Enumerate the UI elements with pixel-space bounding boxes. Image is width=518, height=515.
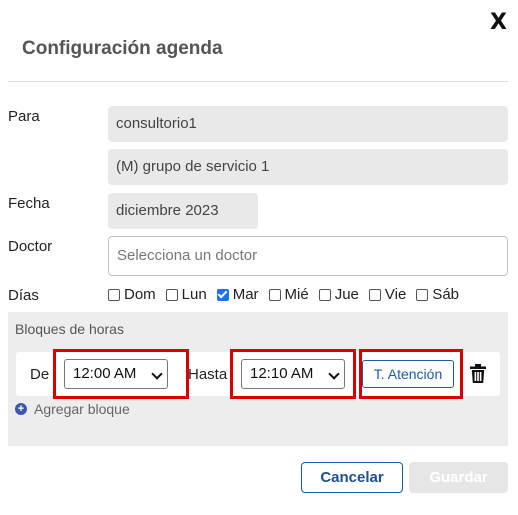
title-divider: [8, 81, 508, 82]
checkbox-checked[interactable]: [216, 288, 229, 301]
day-mie[interactable]: Mié: [268, 286, 309, 303]
day-mar[interactable]: Mar: [216, 286, 259, 303]
doctor-label: Doctor: [8, 238, 53, 255]
highlight-box: [53, 349, 189, 399]
checkbox[interactable]: [368, 288, 381, 301]
hasta-label: Hasta: [188, 366, 228, 383]
fecha-label: Fecha: [8, 195, 50, 212]
save-button[interactable]: Guardar: [409, 462, 508, 493]
highlight-box: [230, 349, 356, 399]
close-icon[interactable]: X: [490, 10, 507, 35]
de-label: De: [30, 366, 50, 383]
checkbox[interactable]: [416, 288, 429, 301]
day-sab[interactable]: Sáb: [416, 286, 459, 303]
trash-icon[interactable]: [470, 364, 486, 383]
days-checkbox-group: Dom Lun Mar Mié Jue Vie Sáb: [108, 286, 459, 303]
blocks-title: Bloques de horas: [15, 321, 124, 337]
day-jue[interactable]: Jue: [318, 286, 359, 303]
day-lun[interactable]: Lun: [165, 286, 207, 303]
plus-circle-icon: +: [15, 403, 27, 415]
fecha-field: diciembre 2023: [108, 193, 258, 229]
day-dom[interactable]: Dom: [108, 286, 156, 303]
cancel-button[interactable]: Cancelar: [301, 462, 403, 493]
para-field: consultorio1: [108, 106, 508, 142]
service-group-field: (M) grupo de servicio 1: [108, 149, 508, 185]
doctor-select[interactable]: Selecciona un doctor: [108, 236, 508, 276]
checkbox[interactable]: [268, 288, 281, 301]
day-vie[interactable]: Vie: [368, 286, 406, 303]
checkbox[interactable]: [165, 288, 178, 301]
add-block-link[interactable]: + Agregar bloque: [15, 401, 130, 417]
dias-label: Días: [8, 287, 39, 304]
checkbox[interactable]: [318, 288, 331, 301]
checkbox[interactable]: [108, 288, 120, 301]
dialog-title: Configuración agenda: [22, 38, 223, 59]
highlight-box: [359, 349, 463, 399]
para-label: Para: [8, 108, 40, 125]
